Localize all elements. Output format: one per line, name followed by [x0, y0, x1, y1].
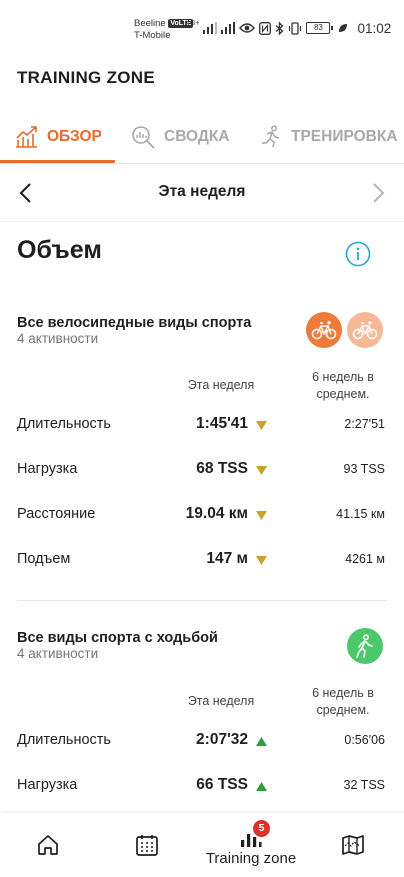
status-time: 01:02	[357, 20, 392, 36]
battery-level: 83	[313, 23, 323, 32]
vibrate-icon	[289, 21, 302, 35]
metric-label: Длительность	[17, 732, 111, 748]
metric-row-duration: Длительность 1:45'41 2:27'51	[0, 413, 404, 437]
metric-current-value: 1:45'41	[196, 415, 248, 432]
metric-current-value: 2:07'32	[196, 731, 248, 748]
tab-overview-label: ОБЗОР	[47, 128, 102, 145]
metric-label: Нагрузка	[17, 777, 78, 793]
metric-avg-value: 4261 м	[345, 552, 385, 566]
nav-calendar[interactable]	[125, 813, 169, 877]
week-navigator: Эта неделя	[0, 164, 404, 222]
tab-training[interactable]: ТРЕНИРОВКА	[259, 112, 398, 162]
metric-current-value: 19.04 км	[185, 505, 248, 522]
trend-up-icon	[256, 782, 267, 791]
bicycle-icon	[311, 321, 337, 340]
metric-avg-value: 32 TSS	[343, 778, 385, 792]
section-title: Объем	[17, 236, 102, 264]
tab-training-label: ТРЕНИРОВКА	[291, 128, 398, 145]
metric-avg-value: 93 TSS	[343, 462, 385, 476]
carrier-2-name: T-Mobile	[134, 30, 171, 41]
tab-summary-label: СВОДКА	[164, 128, 230, 145]
metric-row-duration: Длительность 2:07'32 0:56'06	[0, 729, 404, 753]
metric-avg-value: 41.15 км	[336, 507, 385, 521]
bottom-navigation: Training zone 5	[0, 813, 404, 877]
app-title: TRAINING ZONE	[17, 68, 156, 87]
metric-current-value: 68 TSS	[196, 460, 248, 477]
tab-summary[interactable]: СВОДКА	[131, 112, 230, 162]
trend-down-icon	[256, 421, 267, 430]
bluetooth-icon	[276, 21, 284, 35]
battery-icon: 83	[306, 22, 334, 34]
metric-avg-value: 2:27'51	[344, 417, 385, 431]
trend-chart-icon	[16, 126, 37, 148]
runner-icon	[262, 125, 280, 148]
signal-2-icon	[221, 22, 236, 34]
metric-label: Длительность	[17, 416, 111, 432]
status-bar: Beeline VoLTE T-Mobile 4G+ 83 01:02	[0, 0, 404, 46]
leaf-icon	[339, 24, 348, 32]
week-label: Эта неделя	[158, 183, 246, 200]
metric-label: Расстояние	[17, 506, 96, 522]
calendar-icon	[136, 835, 158, 856]
tab-overview[interactable]: ОБЗОР	[14, 112, 102, 162]
tab-bar: ОБЗОР СВОДКА ТРЕНИРОВКА	[0, 112, 404, 164]
cycling-filter-button[interactable]	[306, 312, 342, 348]
group-title: Все виды спорта с ходьбой	[17, 630, 218, 646]
column-this-week: Эта неделя	[187, 694, 255, 708]
walking-filter-button[interactable]	[347, 628, 383, 664]
metric-label: Подъем	[17, 551, 71, 567]
bicycle-outline-icon	[352, 321, 378, 340]
signal-icon	[203, 22, 218, 34]
carrier-1-name: Beeline	[134, 18, 166, 29]
walker-icon	[356, 634, 373, 658]
trend-up-icon	[256, 737, 267, 746]
metric-current-value: 147 м	[206, 550, 248, 567]
eye-icon	[239, 23, 256, 33]
cycling-alt-filter-button[interactable]	[347, 312, 383, 348]
metric-row-ascent: Подъем 147 м 4261 м	[0, 548, 404, 572]
group-subtitle: 4 активности	[17, 331, 99, 346]
chevron-right-icon[interactable]	[366, 182, 388, 204]
trend-down-icon	[256, 556, 267, 565]
metric-label: Нагрузка	[17, 461, 78, 477]
magnifier-chart-icon	[132, 126, 155, 149]
column-this-week: Эта неделя	[187, 378, 255, 392]
active-tab-indicator	[0, 160, 115, 163]
nav-training-zone-label: Training zone	[205, 850, 297, 867]
metric-row-distance: Расстояние 19.04 км 41.15 км	[0, 503, 404, 527]
metric-row-load: Нагрузка 66 TSS 32 TSS	[0, 774, 404, 798]
group-title: Все велосипедные виды спорта	[17, 315, 252, 331]
trend-down-icon	[256, 466, 267, 475]
info-icon[interactable]	[345, 241, 371, 267]
column-six-week-avg: 6 недель в среднем.	[312, 686, 374, 717]
home-icon	[38, 835, 58, 855]
group-divider	[17, 600, 387, 601]
metric-current-value: 66 TSS	[196, 776, 248, 793]
carrier-info: Beeline VoLTE T-Mobile	[134, 18, 194, 42]
metric-row-load: Нагрузка 68 TSS 93 TSS	[0, 458, 404, 482]
group-subtitle: 4 активности	[17, 646, 99, 661]
notification-badge: 5	[253, 820, 270, 837]
trend-down-icon	[256, 511, 267, 520]
column-six-week-avg: 6 недель в среднем.	[312, 370, 374, 401]
map-icon	[342, 835, 364, 855]
nav-home[interactable]	[26, 813, 70, 877]
nav-training-zone[interactable]: Training zone 5	[196, 813, 306, 877]
nav-map[interactable]	[331, 813, 375, 877]
nfc-icon	[259, 21, 272, 35]
status-icons: 4G+ 83 01:02	[186, 20, 391, 36]
network-type: 4G+	[186, 20, 200, 27]
metric-avg-value: 0:56'06	[344, 733, 385, 747]
